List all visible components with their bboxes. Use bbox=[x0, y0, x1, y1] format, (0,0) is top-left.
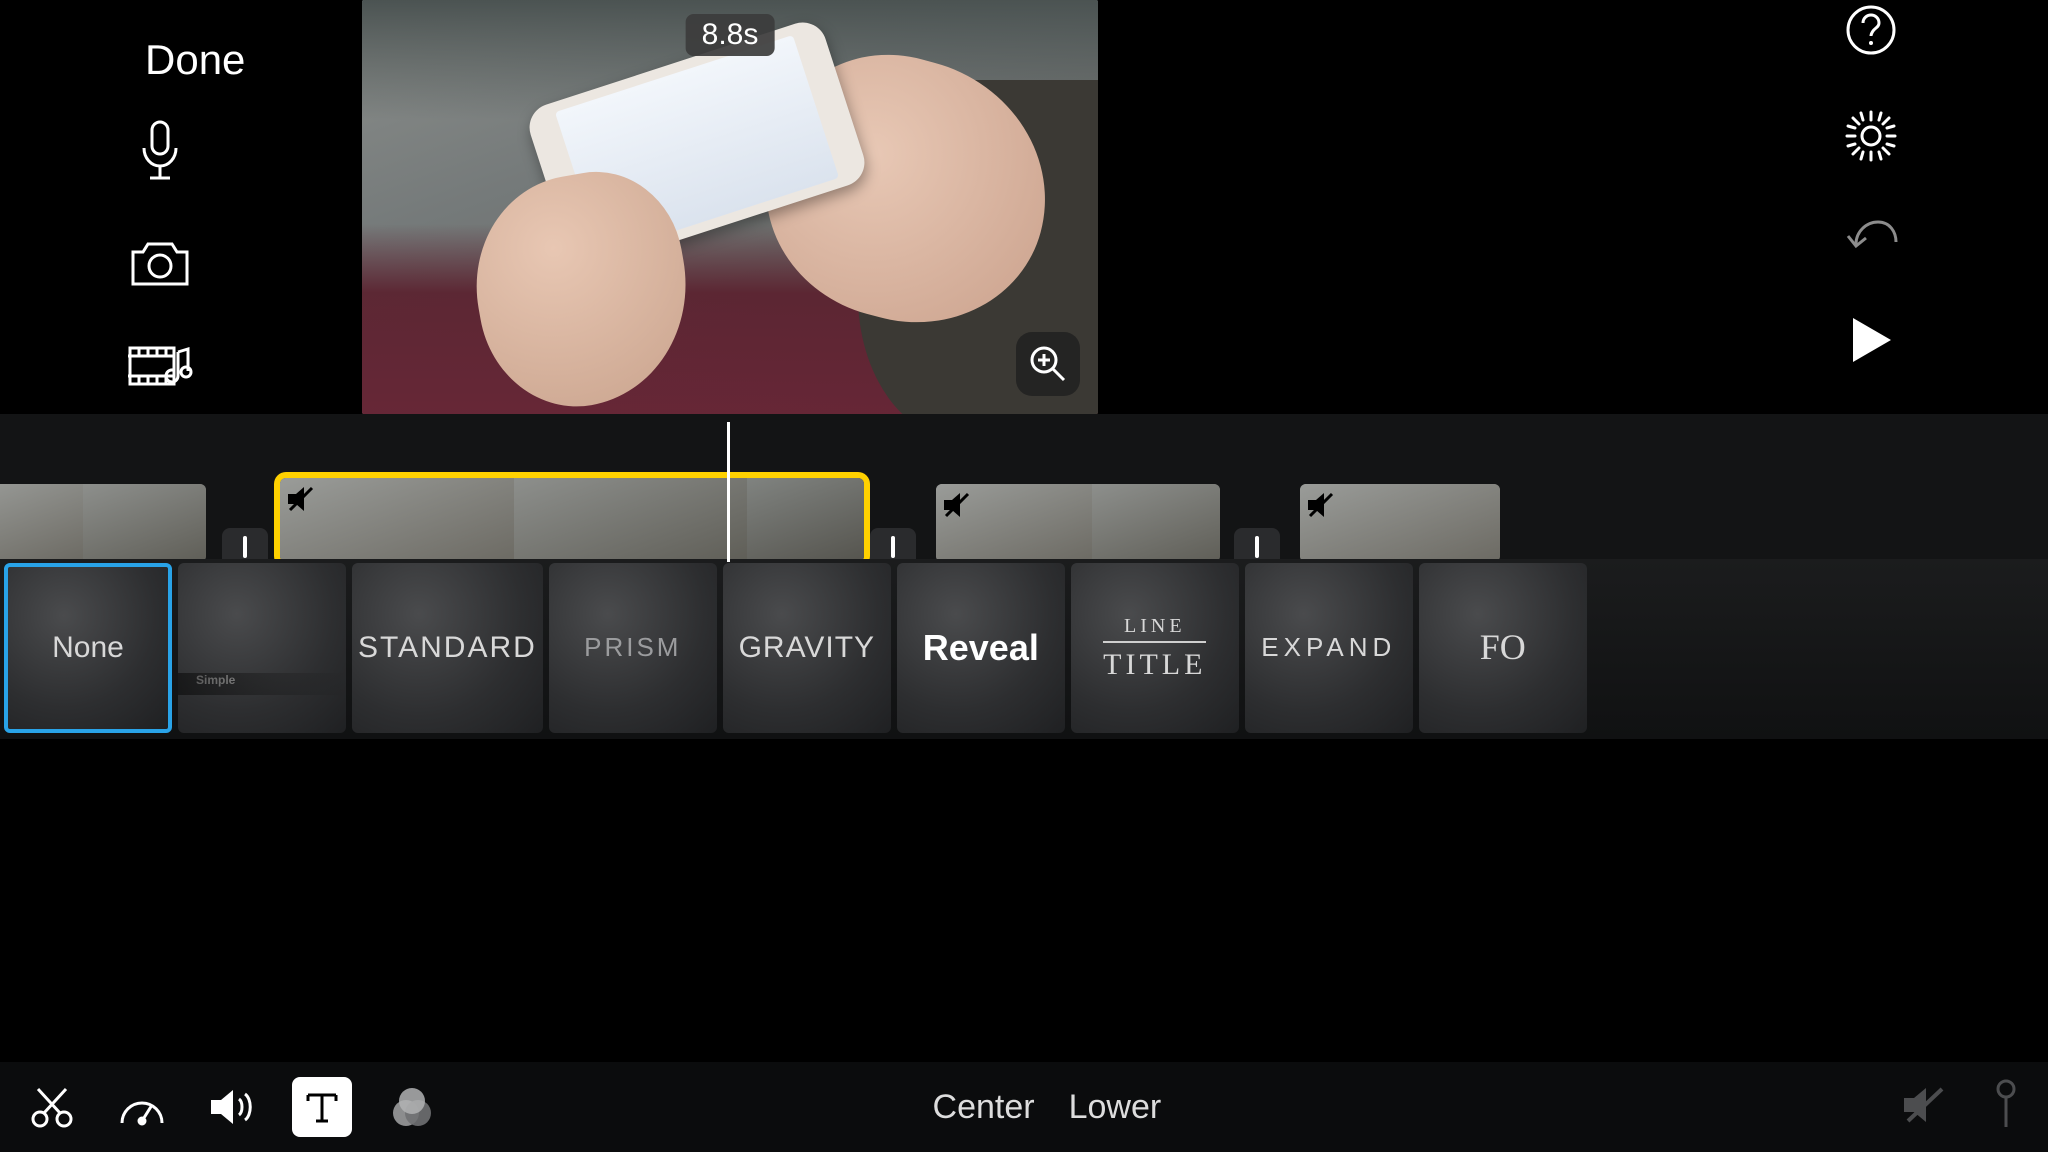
title-style-reveal[interactable]: Reveal bbox=[897, 563, 1065, 733]
cut-button[interactable] bbox=[22, 1077, 82, 1137]
filter-button[interactable] bbox=[382, 1077, 442, 1137]
timeline-clip[interactable] bbox=[0, 484, 206, 562]
media-library-icon[interactable] bbox=[128, 342, 192, 390]
position-center-option[interactable]: Center bbox=[933, 1088, 1035, 1127]
bottom-toolbar: Center Lower bbox=[0, 1062, 2048, 1152]
preview-area: Done bbox=[0, 0, 2048, 414]
title-style-focus[interactable]: FO bbox=[1419, 563, 1587, 733]
muted-icon bbox=[1306, 490, 1340, 524]
title-style-label: Reveal bbox=[917, 629, 1045, 667]
undo-icon[interactable] bbox=[1844, 216, 1898, 262]
playhead[interactable] bbox=[727, 422, 730, 562]
title-style-label: None bbox=[46, 632, 130, 664]
help-icon[interactable] bbox=[1845, 4, 1897, 56]
title-style-label: EXPAND bbox=[1255, 634, 1402, 661]
text-button[interactable] bbox=[292, 1077, 352, 1137]
title-style-standard[interactable]: STANDARD bbox=[352, 563, 543, 733]
title-style-expand[interactable]: EXPAND bbox=[1245, 563, 1413, 733]
mute-toggle-icon[interactable] bbox=[1902, 1085, 1946, 1130]
timeline-clip[interactable] bbox=[1300, 484, 1500, 562]
speed-button[interactable] bbox=[112, 1077, 172, 1137]
title-style-simple[interactable]: Simple bbox=[178, 563, 346, 733]
title-style-label: PRISM bbox=[578, 634, 687, 661]
zoom-in-button[interactable] bbox=[1016, 332, 1080, 396]
microphone-icon[interactable] bbox=[136, 120, 184, 186]
title-style-label: GRAVITY bbox=[733, 632, 881, 664]
title-style-gravity[interactable]: GRAVITY bbox=[723, 563, 891, 733]
position-lower-option[interactable]: Lower bbox=[1069, 1088, 1162, 1127]
title-style-label: FO bbox=[1474, 629, 1532, 667]
muted-icon bbox=[286, 484, 320, 518]
title-style-label: STANDARD bbox=[352, 632, 543, 664]
title-style-label: LINETITLE bbox=[1097, 616, 1212, 681]
timeline-clip-selected[interactable] bbox=[280, 478, 864, 562]
title-style-none[interactable]: None bbox=[4, 563, 172, 733]
title-style-line-title[interactable]: LINETITLE bbox=[1071, 563, 1239, 733]
play-icon[interactable] bbox=[1847, 316, 1895, 364]
volume-button[interactable] bbox=[202, 1077, 262, 1137]
pin-icon[interactable] bbox=[1992, 1079, 2020, 1136]
camera-icon[interactable] bbox=[129, 240, 191, 288]
title-styles-row[interactable]: None Simple STANDARD PRISM GRAVITY Revea… bbox=[0, 559, 2048, 739]
muted-icon bbox=[942, 490, 976, 524]
settings-icon[interactable] bbox=[1845, 110, 1897, 162]
done-button[interactable]: Done bbox=[145, 36, 245, 84]
timeline[interactable] bbox=[0, 414, 2048, 564]
timeline-clip[interactable] bbox=[936, 484, 1220, 562]
video-preview[interactable]: 8.8s bbox=[362, 0, 1098, 414]
title-style-prism[interactable]: PRISM bbox=[549, 563, 717, 733]
clip-duration-badge: 8.8s bbox=[686, 14, 775, 56]
title-style-label: Simple bbox=[190, 674, 241, 687]
